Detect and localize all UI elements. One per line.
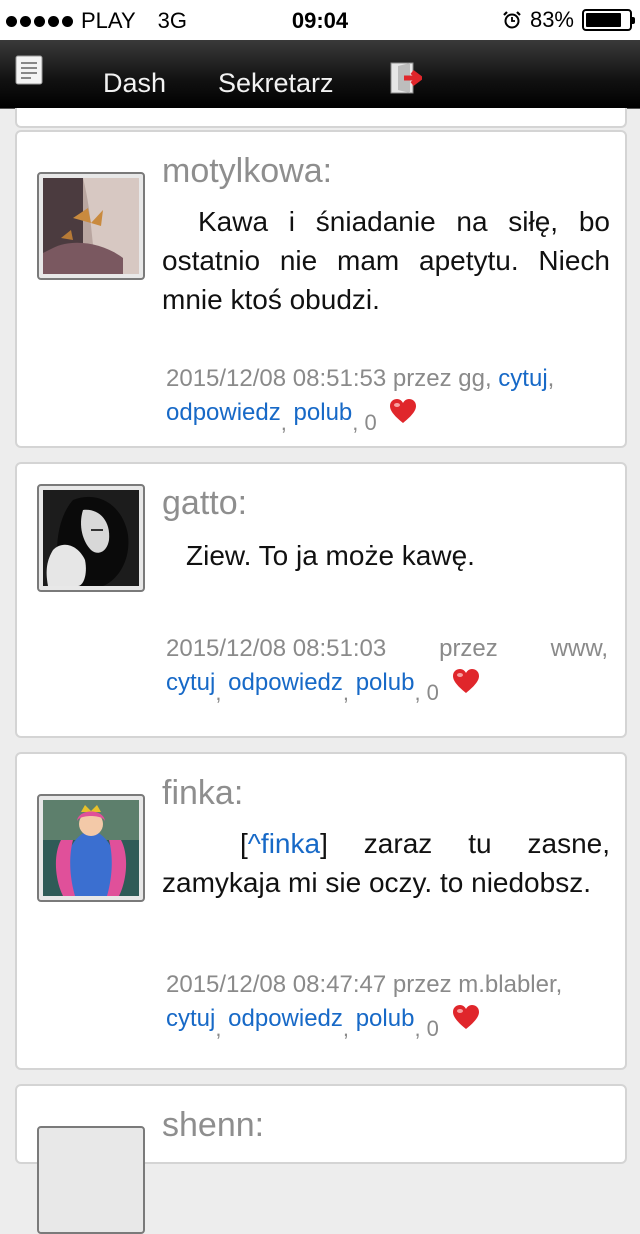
post-card: finka: [^finka] zaraz tu zasne, zamykaja… <box>15 752 627 1070</box>
reply-link[interactable]: odpowiedz <box>228 669 343 696</box>
reply-link[interactable]: odpowiedz <box>228 1005 343 1032</box>
post-card: shenn: <box>15 1084 627 1234</box>
post-datetime: 2015/12/08 08:51:53 <box>166 365 387 392</box>
post-username[interactable]: shenn: <box>162 1106 264 1145</box>
battery-icon <box>582 9 635 31</box>
avatar-image <box>43 800 139 896</box>
post-card: gatto: Ziew. To ja może kawę. 2015/12/08… <box>15 462 627 738</box>
nav-sekretarz[interactable]: Sekretarz <box>218 68 334 99</box>
post-feed: motylkowa: Kawa i śniadanie na siłę, bo … <box>15 108 627 1234</box>
like-link[interactable]: polub <box>356 1005 415 1032</box>
post-by-label: przez <box>439 635 498 662</box>
quote-link[interactable]: cytuj <box>166 669 215 696</box>
reply-link[interactable]: odpowiedz <box>166 399 281 426</box>
quote-link[interactable]: cytuj <box>498 365 547 392</box>
post-meta: 2015/12/08 08:47:47 przez m.blabler, cyt… <box>166 971 563 1041</box>
nav-dash[interactable]: Dash <box>103 68 166 99</box>
avatar[interactable] <box>37 1126 145 1234</box>
document-icon[interactable] <box>15 55 43 85</box>
quote-link[interactable]: cytuj <box>166 1005 215 1032</box>
post-message: Ziew. To ja może kawę. <box>186 540 475 571</box>
post-card: motylkowa: Kawa i śniadanie na siłę, bo … <box>15 130 627 448</box>
avatar[interactable] <box>37 484 145 592</box>
post-author: m.blabler, <box>458 971 563 998</box>
top-nav-bar: Dash Sekretarz <box>0 40 640 109</box>
post-by-label: przez <box>392 365 452 392</box>
like-count: 0 <box>426 680 439 705</box>
previous-post-card <box>15 108 627 128</box>
post-message: [^finka] zaraz tu zasne, zamykaja mi sie… <box>162 828 610 898</box>
post-datetime: 2015/12/08 08:51:03 <box>166 635 387 662</box>
like-count: 0 <box>364 410 377 435</box>
post-meta: 2015/12/08 08:51:03 przez www, cytuj, od… <box>166 632 608 705</box>
heart-icon[interactable] <box>452 668 480 694</box>
post-username[interactable]: gatto: <box>162 484 247 523</box>
post-author: www, <box>550 635 608 662</box>
post-author: gg, <box>458 365 492 392</box>
post-message: Kawa i śniadanie na siłę, bo ostatnio ni… <box>162 206 610 315</box>
post-username[interactable]: finka: <box>162 774 243 813</box>
avatar-image <box>43 178 139 274</box>
post-username[interactable]: motylkowa: <box>162 152 332 191</box>
status-bar: PLAY 3G 09:04 83% <box>0 0 640 40</box>
logout-icon[interactable] <box>390 62 422 94</box>
like-link[interactable]: polub <box>294 399 353 426</box>
alarm-icon <box>503 11 521 29</box>
mention-link[interactable]: ^finka <box>248 828 320 859</box>
avatar[interactable] <box>37 794 145 902</box>
battery-percent: 83% <box>529 7 574 32</box>
post-meta: 2015/12/08 08:51:53 przez gg, cytuj, odp… <box>166 365 555 435</box>
avatar-image <box>43 490 139 586</box>
like-link[interactable]: polub <box>356 669 415 696</box>
heart-icon[interactable] <box>389 398 417 424</box>
post-by-label: przez <box>392 971 452 998</box>
post-datetime: 2015/12/08 08:47:47 <box>166 971 387 998</box>
avatar[interactable] <box>37 172 145 280</box>
heart-icon[interactable] <box>452 1004 480 1030</box>
like-count: 0 <box>426 1016 439 1041</box>
